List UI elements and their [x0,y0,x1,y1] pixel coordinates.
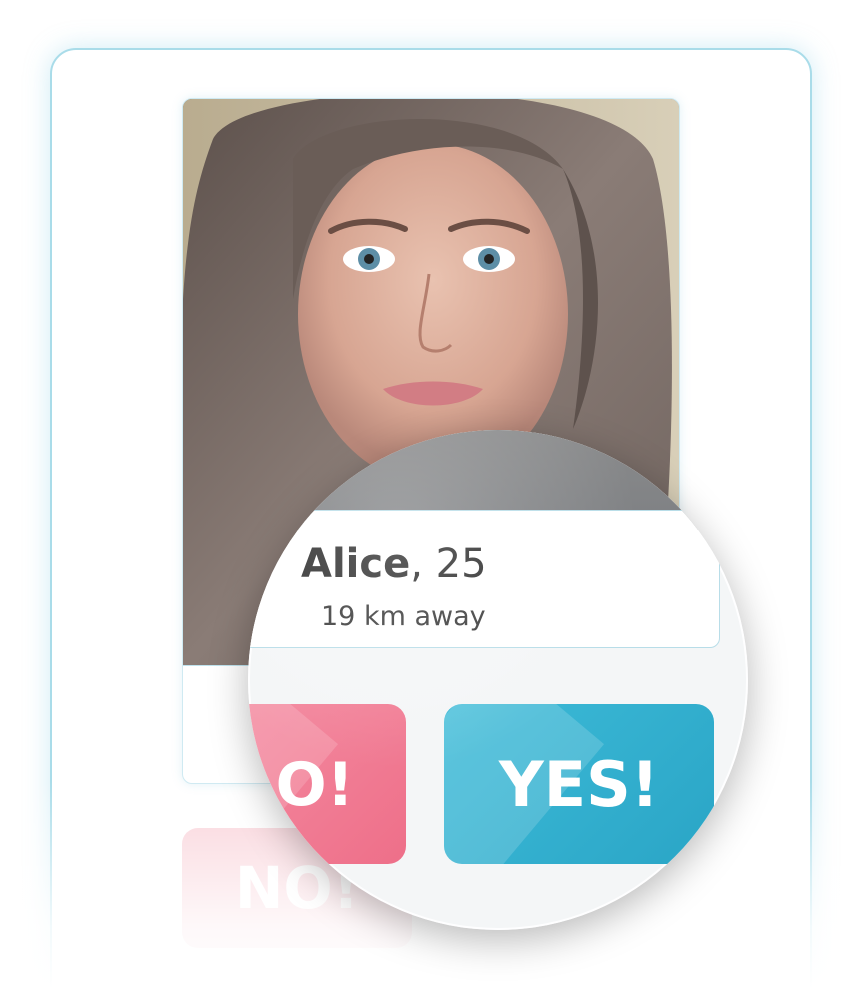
yes-button-label: YES! [498,748,660,821]
profile-info-bar: Alice, 25 19 km away [248,510,720,648]
app-screen: NO! Alice, 25 19 km away O! YES! [0,0,859,989]
magnifier-lens: Alice, 25 19 km away O! YES! [248,430,748,930]
no-button[interactable]: O! [248,704,406,864]
profile-name-age: Alice, 25 [301,541,487,587]
profile-name: Alice [301,541,411,587]
profile-distance: 19 km away [321,601,486,632]
name-age-separator: , [410,541,436,587]
yes-button[interactable]: YES! [444,704,714,864]
no-button-label: O! [275,750,354,820]
profile-age: 25 [435,541,487,587]
